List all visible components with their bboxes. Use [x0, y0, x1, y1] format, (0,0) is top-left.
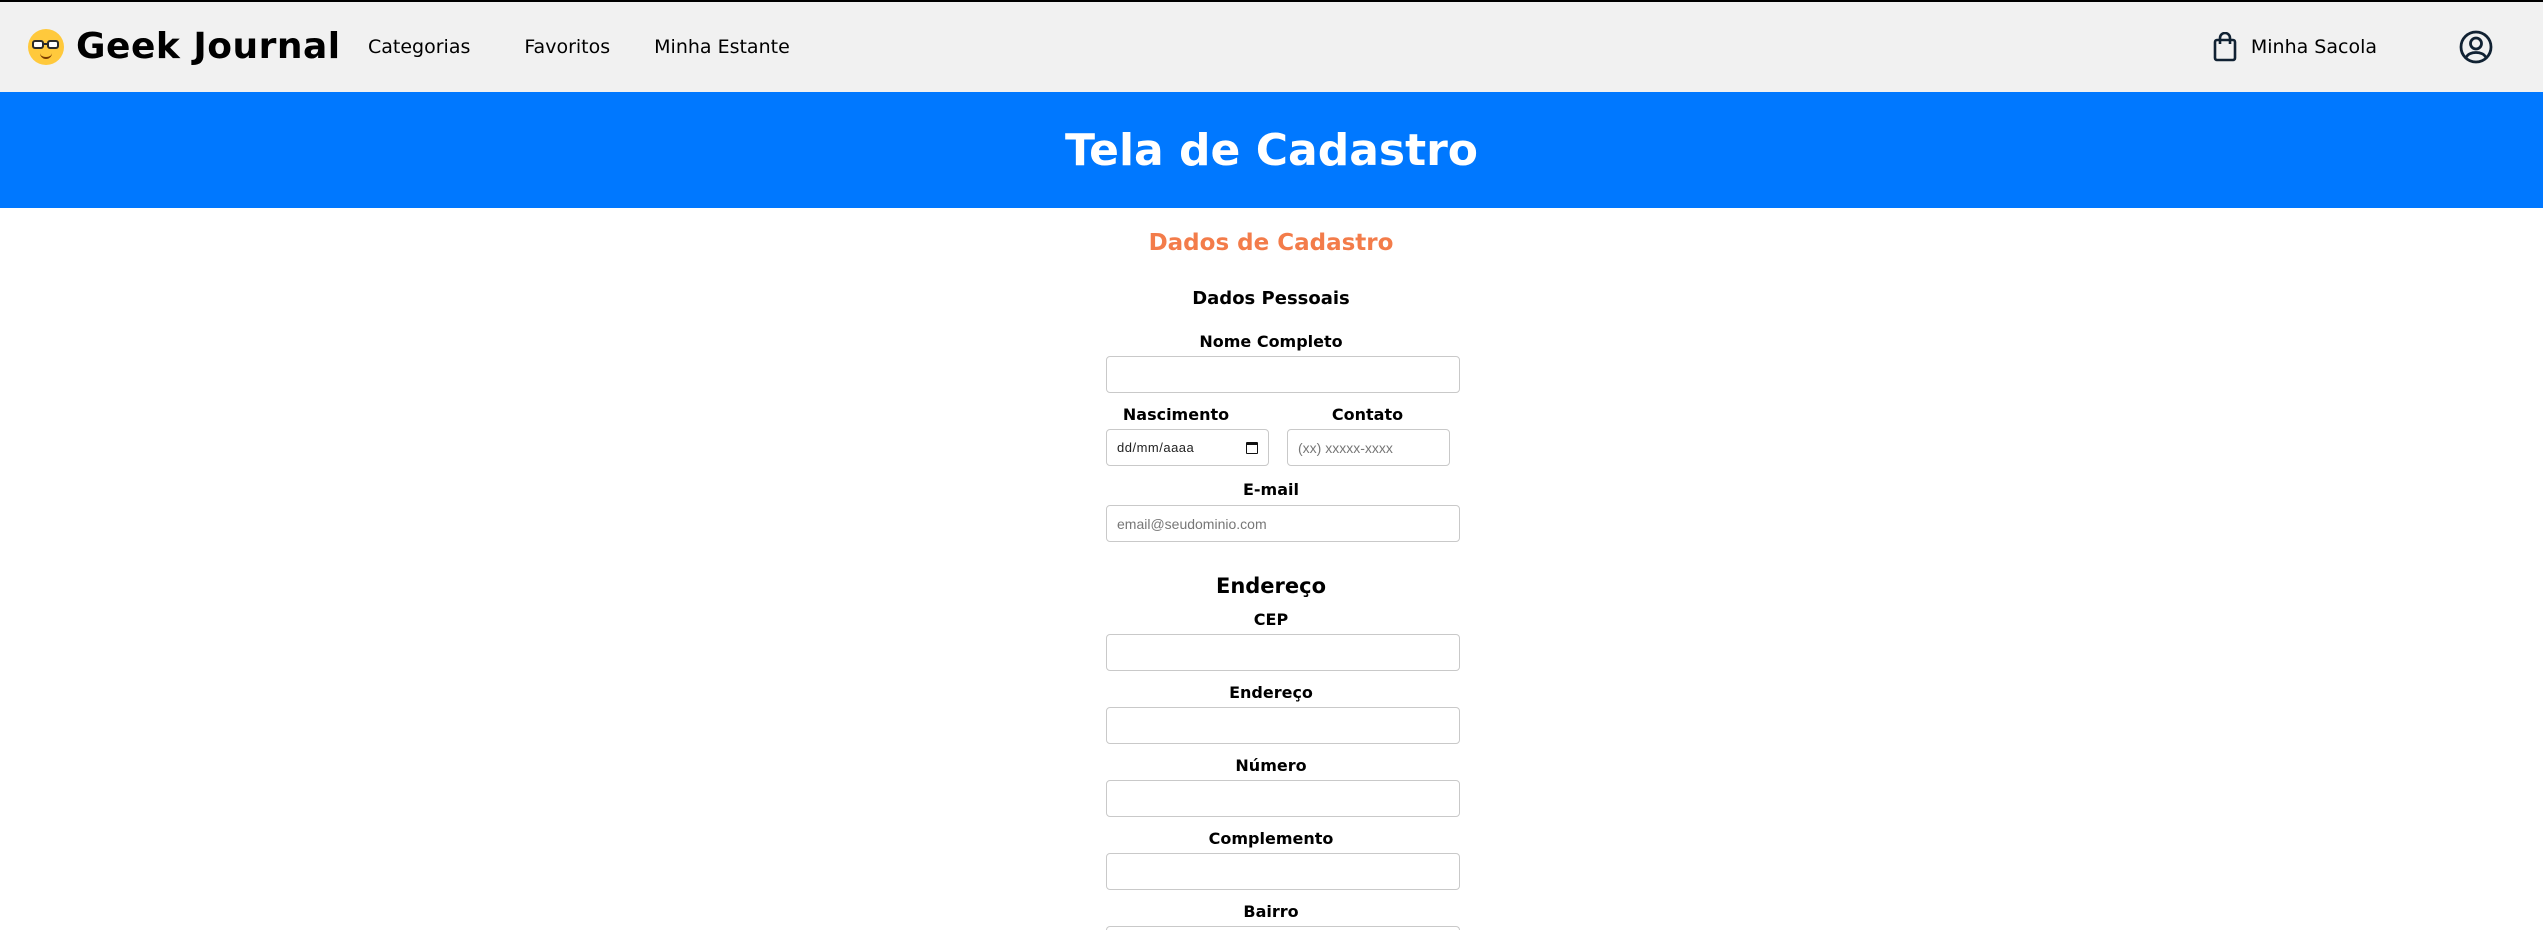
- bairro-label: Bairro: [1243, 902, 1299, 921]
- contato-placeholder: (xx) xxxxx-xxxx: [1298, 439, 1393, 456]
- nascimento-value: dd/mm/aaaa: [1117, 440, 1195, 455]
- page-banner: Tela de Cadastro: [0, 92, 2543, 208]
- nascimento-input[interactable]: dd/mm/aaaa: [1106, 429, 1269, 466]
- page-title: Tela de Cadastro: [1064, 124, 1479, 176]
- endereco-label: Endereço: [1229, 683, 1313, 702]
- bairro-input[interactable]: [1106, 926, 1460, 930]
- nav-right: Minha Sacola: [2213, 2, 2493, 92]
- numero-label: Número: [1235, 756, 1307, 775]
- complemento-label: Complemento: [1208, 829, 1334, 848]
- cep-label: CEP: [1253, 610, 1289, 629]
- nascimento-label: Nascimento: [1122, 405, 1230, 424]
- nome-label: Nome Completo: [1199, 332, 1343, 351]
- calendar-icon[interactable]: [1246, 441, 1258, 454]
- personal-data-heading: Dados Pessoais: [1192, 288, 1350, 309]
- complemento-input[interactable]: [1106, 853, 1460, 890]
- address-heading: Endereço: [1215, 574, 1327, 598]
- nome-input[interactable]: [1106, 356, 1460, 393]
- nerd-face-icon: [28, 28, 64, 65]
- nav-favoritos[interactable]: Favoritos: [524, 36, 610, 58]
- numero-input[interactable]: [1106, 780, 1460, 817]
- brand-logo[interactable]: Geek Journal: [28, 26, 341, 67]
- email-placeholder: email@seudominio.com: [1117, 515, 1267, 532]
- bag-button[interactable]: Minha Sacola: [2213, 32, 2377, 62]
- contato-label: Contato: [1331, 405, 1404, 424]
- email-label: E-mail: [1242, 480, 1299, 499]
- contato-input[interactable]: (xx) xxxxx-xxxx: [1287, 429, 1450, 466]
- cep-input[interactable]: [1106, 634, 1460, 671]
- endereco-input[interactable]: [1106, 707, 1460, 744]
- nav-minha-estante[interactable]: Minha Estante: [654, 36, 790, 58]
- user-account-icon: [2459, 30, 2493, 64]
- brand-title[interactable]: Geek Journal: [76, 26, 341, 67]
- main-nav: Categorias Favoritos Minha Estante: [368, 2, 844, 92]
- navbar: Geek Journal Categorias Favoritos Minha …: [0, 2, 2543, 92]
- bag-label[interactable]: Minha Sacola: [2251, 36, 2377, 58]
- account-button[interactable]: [2459, 30, 2493, 64]
- form-title: Dados de Cadastro: [1148, 230, 1394, 256]
- shopping-bag-icon: [2213, 32, 2237, 62]
- nav-categorias[interactable]: Categorias: [368, 36, 470, 58]
- email-input[interactable]: email@seudominio.com: [1106, 505, 1460, 542]
